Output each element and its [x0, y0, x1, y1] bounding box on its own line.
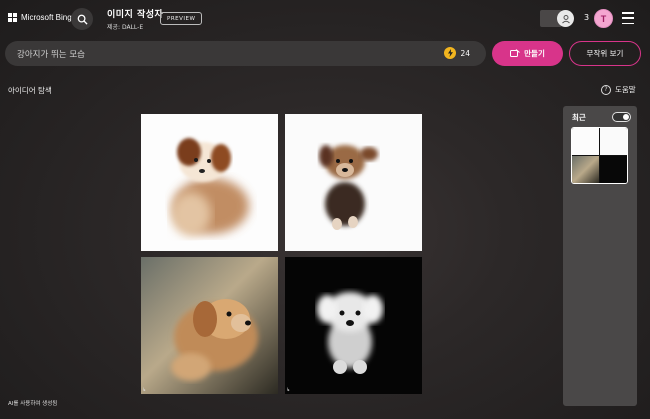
generated-image-3[interactable]: ↳	[141, 257, 278, 394]
create-button-label: 만들기	[524, 49, 545, 58]
puppy-image-4	[317, 292, 383, 374]
recent-toggle[interactable]	[612, 112, 631, 122]
puppy-image-1	[171, 138, 249, 236]
help-link[interactable]: ? 도움말	[601, 84, 636, 95]
thumb-quadrant	[572, 156, 599, 183]
top-bar: Microsoft Bing 이미지 작성자 제공: DALL-E PREVIE…	[0, 0, 650, 37]
puppy-image-2	[319, 145, 378, 230]
surprise-button-label: 무작위 보기	[586, 49, 624, 58]
page-title: 이미지 작성자	[107, 10, 164, 20]
thumb-quadrant	[600, 156, 627, 183]
toggle-knob	[623, 114, 629, 120]
create-button[interactable]: 만들기	[492, 41, 563, 66]
title-block: 이미지 작성자 제공: DALL-E	[107, 7, 163, 31]
page-subtitle: 제공: DALL-E	[107, 24, 144, 31]
prompt-input[interactable]: 강아지가 뛰는 모습 24	[5, 41, 486, 66]
help-label: 도움말	[615, 85, 636, 94]
create-icon	[510, 49, 520, 57]
thumb-quadrant	[600, 128, 627, 155]
generated-image-4[interactable]: ↳	[285, 257, 422, 394]
preview-badge: PREVIEW	[160, 12, 203, 25]
boost-count: 24	[460, 48, 470, 58]
microsoft-logo-icon	[8, 13, 17, 22]
lightning-icon	[444, 47, 457, 59]
help-icon: ?	[601, 84, 611, 95]
search-button[interactable]	[71, 8, 93, 30]
user-icon	[561, 14, 570, 23]
rewards-letter: T	[600, 13, 607, 24]
boost-indicator[interactable]: 24	[444, 47, 470, 59]
puppy-image-3	[171, 299, 258, 381]
ai-badge-icon: ↳	[142, 387, 147, 393]
thumb-quadrant	[572, 128, 599, 155]
reward-count: 3	[584, 13, 590, 22]
bing-logo[interactable]: Microsoft Bing	[8, 13, 72, 22]
explore-ideas-link[interactable]: 아이디어 탐색	[8, 85, 52, 96]
ai-generated-note: AI를 사용하여 생성됨	[8, 401, 58, 407]
logo-text: Microsoft Bing	[21, 13, 72, 22]
prompt-text[interactable]: 강아지가 뛰는 모습	[17, 48, 85, 60]
search-icon	[77, 14, 88, 25]
surprise-me-button[interactable]: 무작위 보기	[569, 41, 641, 66]
recent-panel: 최근	[563, 106, 637, 406]
ai-badge-icon: ↳	[286, 387, 291, 393]
generated-image-2[interactable]	[285, 114, 422, 251]
generated-image-1[interactable]	[141, 114, 278, 251]
recent-label: 최근	[572, 113, 586, 122]
rewards-icon[interactable]: T	[594, 9, 613, 28]
hamburger-menu-icon[interactable]	[622, 12, 636, 24]
recent-thumbnail[interactable]	[571, 127, 628, 184]
avatar[interactable]	[557, 10, 574, 27]
